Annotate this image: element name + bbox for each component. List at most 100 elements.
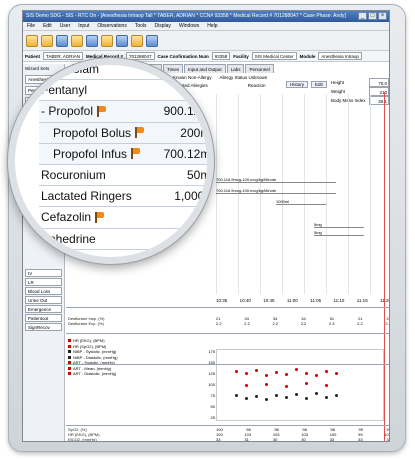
minimize-icon[interactable]: _ — [358, 12, 367, 20]
mrn-field[interactable]: 701288047 — [125, 52, 155, 60]
legend-swatch-icon — [68, 366, 71, 370]
menu-item-help[interactable]: Help — [207, 22, 217, 30]
infusion-note: 5mg — [314, 222, 364, 228]
sidebar-item-blood-loss[interactable]: Blood Loss — [25, 287, 62, 295]
section-value: 2.2 — [385, 321, 389, 326]
drug-row[interactable]: Fentanyl 50mcg — [39, 80, 207, 102]
drug-row[interactable]: Lactated Ringers 1,000ml — [39, 186, 207, 208]
drug-name-text: Propofol Infus — [53, 146, 128, 161]
refresh-icon[interactable] — [131, 34, 143, 47]
metric-row: Height 70.0 — [329, 78, 389, 87]
drug-row[interactable]: - Propofol 900.12mg — [39, 101, 214, 123]
vitals-point — [305, 372, 308, 375]
drug-list: Midazolam Fentanyl 50mcg - Propofol 900.12mg… — [39, 65, 214, 257]
reaction-label: Reaction — [247, 83, 266, 88]
vitals-point — [295, 393, 298, 396]
vitals-point — [325, 370, 328, 373]
flag-icon — [96, 105, 106, 117]
vitals-chart — [216, 349, 384, 421]
metric-label: Height — [331, 80, 345, 85]
menu-item-user[interactable]: User — [60, 22, 71, 30]
gas-section: Desflurane Insp. (%) Desflurane Exp. (%) 2… — [66, 307, 389, 333]
sidebar-item-patientout[interactable]: Patientout — [25, 314, 62, 322]
menu-item-display[interactable]: Display — [155, 22, 171, 30]
section-value: 33 — [386, 437, 389, 442]
open-icon[interactable] — [26, 34, 38, 47]
patient-bar: Patient TABER, ADRIAN Medical Record # 7… — [23, 51, 389, 62]
menu-item-input[interactable]: Input — [78, 22, 89, 30]
drug-name: Rocuronium — [41, 168, 106, 182]
menu-item-observations[interactable]: Observations — [97, 22, 126, 30]
maximize-icon[interactable]: □ — [368, 12, 377, 20]
drug-row[interactable]: Ephedrine5mg — [39, 229, 207, 250]
vitals-point — [255, 395, 258, 398]
sidebar-item-iv[interactable]: IV — [25, 269, 62, 277]
menu-item-tools[interactable]: Tools — [135, 22, 147, 30]
drug-amount: 900.12mg — [163, 104, 214, 119]
axis-tick-label: 50 — [210, 404, 215, 409]
drug-row[interactable]: Propofol Bolus 200mg — [39, 122, 207, 144]
vitals-axis: 175 150 125 100 75 50 25 — [204, 349, 216, 421]
vitals-point — [335, 372, 338, 375]
legend-label: ART - Diastolic, (mmHg) — [73, 371, 117, 376]
drug-name: - Propofol — [41, 104, 106, 118]
drug-name-text: - Propofol — [41, 104, 94, 119]
help-icon[interactable] — [146, 34, 158, 47]
time-axis: 10:35 10:40 10:45 11:00 11:05 11:10 11:15 11:20 — [216, 298, 390, 306]
section-value: 33 — [329, 437, 335, 442]
time-label: 11:15 — [356, 298, 368, 303]
time-label: 11:10 — [333, 298, 345, 303]
vitals-legend: HR (EKG), (BPM) HR (SpO2), (BPM) NIBP - Sy… — [68, 338, 118, 377]
time-label: 11:20 — [380, 298, 390, 303]
section-label: EtCO2, (mmHg) — [68, 437, 97, 442]
drug-name-text: Ephedrine — [41, 231, 96, 246]
section-value: 31 — [244, 437, 249, 442]
time-label: 10:40 — [239, 298, 251, 303]
notes-icon[interactable] — [101, 34, 113, 47]
facility-label: Facility — [233, 54, 249, 59]
tab-personnel[interactable]: Personnel — [245, 64, 274, 73]
menu-item-windows[interactable]: Windows — [179, 22, 199, 30]
facility-field[interactable]: SIS Medical Center — [251, 52, 297, 60]
vitals-point — [305, 397, 308, 400]
sidebar-item-emergence[interactable]: Emergence — [25, 305, 62, 313]
metric-value[interactable]: 70.0 — [369, 78, 389, 87]
case-field[interactable]: 93358 — [211, 52, 231, 60]
patient-field[interactable]: TABER, ADRIAN — [43, 52, 83, 60]
infusion-note: 1000ml — [276, 199, 326, 205]
axis-tick-label: 100 — [208, 382, 215, 387]
save-icon[interactable] — [56, 34, 68, 47]
vitals-point — [275, 371, 278, 374]
sidebar-item-urine-out[interactable]: Urine Out — [25, 296, 62, 304]
sidebar-item-signrecov[interactable]: SignRecov — [25, 323, 62, 331]
drug-row[interactable]: Cefazolin1Gm — [39, 207, 207, 229]
close-icon[interactable]: × — [378, 12, 387, 20]
time-label: 10:45 — [263, 298, 275, 303]
time-label: 10:35 — [216, 298, 228, 303]
edit-button[interactable]: Edit — [311, 81, 327, 88]
drug-name: Propofol Infus — [41, 147, 140, 161]
module-field[interactable]: Anesthesia Intraop — [318, 52, 362, 60]
allergy-status[interactable]: Allergy Status Unknown — [220, 75, 268, 80]
drug-row[interactable]: Rocuronium 50mg — [39, 165, 207, 187]
time-label: 11:00 — [286, 298, 298, 303]
sidebar-item-lr[interactable]: LR — [25, 278, 62, 286]
vitals-point — [305, 382, 308, 385]
vitals-point — [255, 369, 258, 372]
menu-item-edit[interactable]: Edit — [43, 22, 52, 30]
vitals-point — [285, 373, 288, 376]
section-values-row: 2.2 2.2 2.2 2.2 2.3 2.2 2.2 — [216, 321, 389, 326]
folder-icon[interactable] — [41, 34, 53, 47]
chart-icon[interactable] — [86, 34, 98, 47]
lock-icon[interactable] — [116, 34, 128, 47]
history-button[interactable]: History — [286, 81, 309, 88]
legend-swatch-icon — [68, 344, 71, 348]
section-value: 2.2 — [300, 321, 307, 326]
drug-name: Fentanyl — [41, 83, 87, 97]
timeline-grid — [216, 94, 389, 294]
tab-labs[interactable]: Labs — [226, 64, 245, 73]
print-icon[interactable] — [71, 34, 83, 47]
drug-row[interactable]: Propofol Infus 700.12mg — [39, 143, 207, 165]
flag-icon — [130, 148, 140, 160]
menu-item-file[interactable]: File — [27, 22, 35, 30]
